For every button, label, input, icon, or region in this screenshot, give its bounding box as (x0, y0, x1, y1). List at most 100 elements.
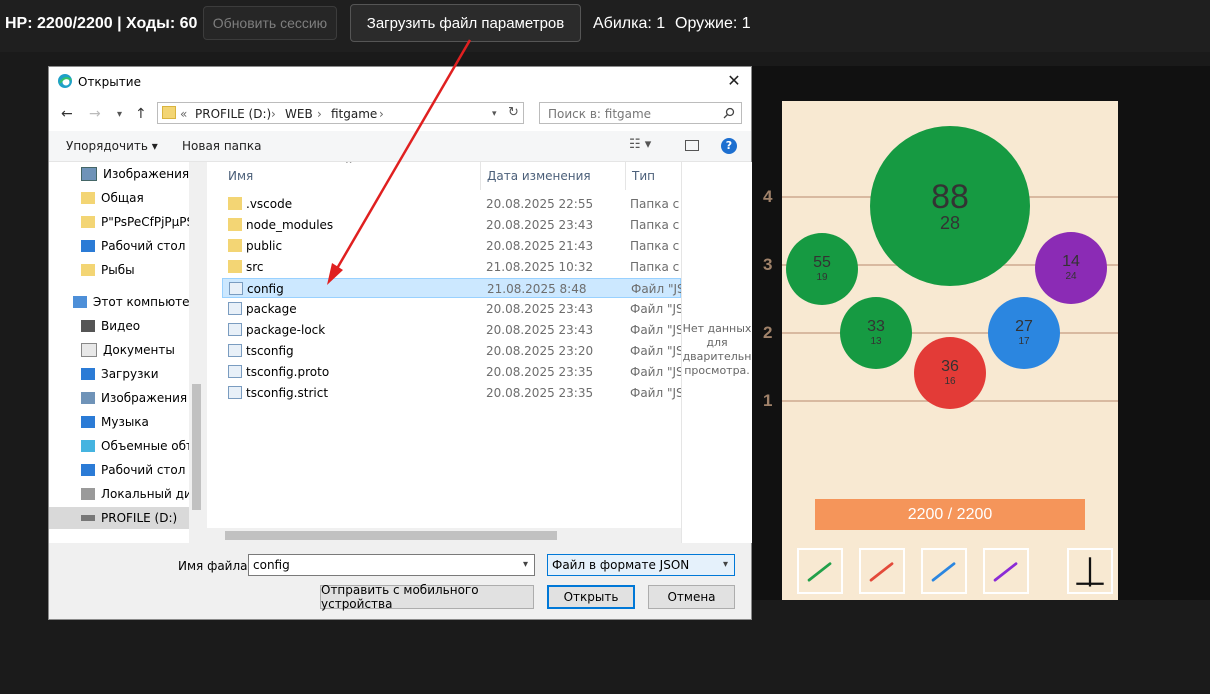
organize-button[interactable]: Упорядочить ▾ (66, 139, 158, 153)
nav-item-desktop-2[interactable]: Рабочий стол (49, 459, 204, 481)
ball-sub: 13 (870, 336, 882, 347)
file-row[interactable]: .vscode20.08.2025 22:55Папка с ф (222, 194, 681, 214)
chevron-down-icon[interactable]: ▾ (723, 555, 728, 575)
breadcrumb-fitgame[interactable]: fitgame (331, 107, 377, 121)
nav-item-music[interactable]: Музыка (49, 411, 204, 433)
json-file-icon (228, 344, 242, 357)
scroll-thumb[interactable] (192, 384, 201, 510)
ball[interactable]: 27 17 (988, 297, 1060, 369)
breadcrumb-prefix: « (180, 107, 188, 121)
preview-pane-icon[interactable] (685, 140, 699, 151)
search-input[interactable]: Поиск в: fitgame (539, 102, 742, 124)
nav-item-garbled[interactable]: P"PsPeCfPjPµPS (49, 211, 204, 233)
send-from-mobile-button[interactable]: Отправить с мобильного устройства (320, 583, 534, 611)
nav-item-fish[interactable]: Рыбы (49, 259, 204, 281)
refresh-session-button[interactable]: Обновить сессию (203, 6, 337, 40)
file-list: Имя ^ Дата изменения Тип .vscode 20.08.20… (207, 162, 681, 528)
close-icon[interactable]: ✕ (724, 71, 744, 91)
blue-line-tool[interactable] (921, 548, 967, 594)
cancel-button[interactable]: Отмена (648, 585, 735, 609)
json-file-icon (228, 365, 242, 378)
nav-item-documents[interactable]: Документы (49, 339, 204, 361)
ball-value: 33 (867, 318, 885, 335)
pictures-icon (81, 167, 97, 181)
sort-up-icon: ^ (345, 162, 353, 170)
file-row[interactable]: tsconfig20.08.2025 23:20Файл "JSO (222, 341, 681, 361)
view-options-icon[interactable]: ☷ ▾ (629, 137, 651, 152)
game-board[interactable]: 88 28 55 19 33 13 36 16 27 17 14 24 2200… (782, 101, 1118, 600)
ball[interactable]: 36 16 (914, 337, 986, 409)
new-folder-button[interactable]: Новая папка (182, 139, 261, 153)
top-bar: HP: 2200/2200 | Ходы: 60 Обновить сессию… (0, 0, 1210, 52)
file-row-selected[interactable]: config21.08.2025 8:48Файл "JSO (222, 278, 681, 298)
ball-sub: 16 (944, 376, 956, 387)
nav-item-video[interactable]: Видео (49, 315, 204, 337)
ball-value: 14 (1062, 253, 1080, 270)
file-row[interactable]: package-lock20.08.2025 23:43Файл "JSO (222, 320, 681, 340)
open-file-dialog: Открытие ✕ ← → ▾ ↑ « PROFILE (D:) › WEB … (48, 66, 752, 620)
file-row[interactable]: tsconfig.proto20.08.2025 23:35Файл "JSO (222, 362, 681, 382)
nav-item-profile-drive[interactable]: PROFILE (D:) (49, 507, 204, 529)
ball-sub: 28 (939, 213, 961, 233)
command-bar: Упорядочить ▾ Новая папка ☷ ▾ ? (49, 131, 751, 162)
purple-line-tool[interactable] (983, 548, 1029, 594)
chevron-right-icon: › (379, 107, 384, 121)
filename-input[interactable]: config ▾ (248, 554, 535, 576)
file-row[interactable]: src21.08.2025 10:32Папка с ф (222, 257, 681, 277)
breadcrumb-drive[interactable]: PROFILE (D:) (195, 107, 271, 121)
filetype-select[interactable]: Файл в формате JSON ▾ (547, 554, 735, 576)
ball[interactable]: 88 28 (870, 126, 1030, 286)
nav-item-desktop[interactable]: Рабочий стол (49, 235, 204, 257)
dialog-footer: Имя файла: config ▾ Файл в формате JSON … (49, 543, 751, 619)
blue-line-icon (931, 562, 956, 582)
file-row[interactable]: package20.08.2025 23:43Файл "JSO (222, 299, 681, 319)
forward-arrow-icon[interactable]: → (89, 106, 101, 122)
file-row[interactable]: public20.08.2025 21:43Папка с ф (222, 236, 681, 256)
file-row[interactable]: node_modules20.08.2025 23:43Папка с ф (222, 215, 681, 235)
ball[interactable]: 33 13 (840, 297, 912, 369)
nav-item-pictures[interactable]: Изображения (49, 163, 204, 185)
back-arrow-icon[interactable]: ← (61, 106, 73, 122)
address-bar[interactable]: « PROFILE (D:) › WEB › fitgame › ▾ ↻ (157, 102, 524, 124)
music-icon (81, 416, 95, 428)
nav-item-pictures-2[interactable]: Изображения (49, 387, 204, 409)
downloads-icon (81, 368, 95, 380)
json-file-icon (228, 302, 242, 315)
nav-item-downloads[interactable]: Загрузки (49, 363, 204, 385)
weapon-text: Оружие: 1 (675, 15, 751, 32)
nav-item-shared[interactable]: Общая (49, 187, 204, 209)
file-list-scrollbar[interactable] (207, 528, 681, 543)
nav-scrollbar[interactable] (189, 162, 204, 543)
ball[interactable]: 55 19 (786, 233, 858, 305)
open-button[interactable]: Открыть (547, 585, 635, 609)
navigation-pane: Изображения Общая P"PsPeCfPjPµPS Рабочий… (49, 162, 204, 543)
nav-item-this-pc[interactable]: Этот компьютер (49, 291, 204, 313)
ball-sub: 24 (1065, 271, 1077, 282)
3d-objects-icon (81, 440, 95, 452)
recent-chevron-icon[interactable]: ▾ (117, 109, 122, 120)
load-params-button[interactable]: Загрузить файл параметров (350, 4, 581, 42)
nav-item-3d-objects[interactable]: Объемные объ (49, 435, 204, 457)
up-arrow-icon[interactable]: ↑ (135, 106, 147, 122)
chevron-down-icon[interactable]: ▾ (492, 109, 497, 119)
cross-tool[interactable] (1067, 548, 1113, 594)
column-header-type[interactable]: Тип (626, 162, 681, 190)
file-row[interactable]: tsconfig.strict20.08.2025 23:35Файл "JSO (222, 383, 681, 403)
folder-icon (81, 264, 95, 276)
red-line-tool[interactable] (859, 548, 905, 594)
scroll-thumb[interactable] (225, 531, 557, 540)
desktop-icon (81, 464, 95, 476)
refresh-icon[interactable]: ↻ (508, 105, 519, 120)
ball[interactable]: 14 24 (1035, 232, 1107, 304)
folder-icon (228, 260, 242, 273)
help-icon[interactable]: ? (721, 138, 737, 154)
stats-text: HP: 2200/2200 | Ходы: 60 (5, 15, 198, 32)
column-header-date[interactable]: Дата изменения (481, 162, 626, 190)
nav-item-local-disk[interactable]: Локальный дис (49, 483, 204, 505)
video-icon (81, 320, 95, 332)
chevron-down-icon[interactable]: ▾ (523, 555, 528, 575)
lane-number: 4 (763, 187, 773, 206)
pictures-icon (81, 392, 95, 404)
breadcrumb-web[interactable]: WEB (285, 107, 313, 121)
green-line-tool[interactable] (797, 548, 843, 594)
